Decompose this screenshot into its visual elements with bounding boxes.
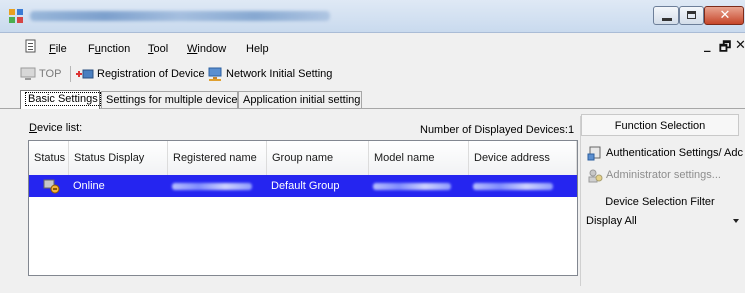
- device-address-cell: [469, 175, 577, 197]
- network-initial-setting-button[interactable]: Network Initial Setting: [207, 66, 332, 82]
- column-header-status-display[interactable]: Status Display: [69, 141, 168, 175]
- minimize-button[interactable]: [653, 6, 679, 25]
- column-header-group-name[interactable]: Group name: [267, 141, 369, 175]
- tab-settings-for-multiple-device[interactable]: Settings for multiple device: [101, 91, 238, 108]
- device-list-header: Status Status Display Registered name Gr…: [29, 141, 577, 176]
- column-header-model-name[interactable]: Model name: [369, 141, 469, 175]
- status-display-cell: Online: [73, 180, 105, 192]
- tab-basic-settings[interactable]: Basic Settings: [20, 90, 101, 109]
- authentication-settings-link[interactable]: Authentication Settings/ Adc: [587, 144, 743, 162]
- application-window: ✕ File Function Tool Window Help _ 🗗 ✕ T…: [0, 0, 745, 293]
- menu-window[interactable]: Window: [187, 43, 226, 55]
- authentication-settings-label: Authentication Settings/ Adc: [606, 147, 743, 159]
- menu-function[interactable]: Function: [88, 43, 130, 55]
- menu-help[interactable]: Help: [246, 43, 269, 55]
- administrator-icon: [588, 169, 603, 182]
- app-icon: [9, 9, 23, 23]
- close-button[interactable]: ✕: [704, 6, 744, 25]
- tab-basic-settings-label: Basic Settings: [25, 92, 101, 106]
- chevron-down-icon: [733, 219, 739, 223]
- document-menu-icon[interactable]: [24, 39, 39, 54]
- minimize-icon: [662, 18, 672, 21]
- status-cell: [39, 175, 67, 197]
- group-name-cell: Default Group: [271, 180, 340, 192]
- registration-of-device-label: Registration of Device: [97, 68, 205, 80]
- registered-name-cell: [168, 175, 267, 197]
- tab-application-initial-setting[interactable]: Application initial setting: [238, 91, 362, 108]
- filter-selected-value: Display All: [586, 215, 637, 227]
- title-bar: ✕: [0, 0, 745, 33]
- toolbar-top-button[interactable]: TOP: [20, 66, 61, 82]
- maximize-icon: [687, 11, 696, 19]
- function-selection-title: Function Selection: [581, 114, 739, 136]
- mdi-minimize-button[interactable]: _: [704, 38, 711, 53]
- menu-tool[interactable]: Tool: [148, 43, 168, 55]
- device-address-redacted: [473, 182, 553, 190]
- authentication-icon: [587, 146, 601, 160]
- close-icon: ✕: [719, 8, 731, 23]
- maximize-button[interactable]: [679, 6, 704, 25]
- add-device-icon: [76, 69, 94, 78]
- window-title-redacted: [30, 11, 330, 21]
- mdi-restore-button[interactable]: 🗗: [719, 38, 731, 60]
- menu-file[interactable]: File: [49, 43, 67, 55]
- table-row[interactable]: Online Default Group: [29, 175, 577, 197]
- device-list-label: Device list:: [29, 122, 83, 134]
- model-name-redacted: [373, 182, 451, 190]
- tab-application-initial-label: Application initial setting: [243, 94, 361, 106]
- column-header-status[interactable]: Status: [29, 141, 69, 175]
- registration-of-device-button[interactable]: Registration of Device: [76, 66, 205, 82]
- administrator-settings-link[interactable]: Administrator settings...: [587, 166, 721, 184]
- column-header-device-address[interactable]: Device address: [469, 141, 577, 175]
- device-list-view[interactable]: Status Status Display Registered name Gr…: [28, 140, 578, 276]
- column-header-registered-name[interactable]: Registered name: [168, 141, 267, 175]
- device-selection-filter-dropdown[interactable]: Display All: [586, 212, 741, 230]
- computer-icon: [20, 67, 36, 80]
- model-name-cell: [369, 175, 469, 197]
- toolbar-top-label: TOP: [39, 68, 62, 80]
- network-setting-icon: [208, 67, 222, 81]
- toolbar-separator: [70, 66, 71, 82]
- network-initial-setting-label: Network Initial Setting: [226, 68, 333, 80]
- mdi-close-button[interactable]: ✕: [735, 38, 745, 53]
- registered-name-redacted: [172, 182, 252, 190]
- device-selection-filter-title: Device Selection Filter: [605, 196, 715, 208]
- administrator-settings-label: Administrator settings...: [606, 169, 721, 181]
- device-status-icon: [43, 179, 60, 194]
- tab-multiple-device-label: Settings for multiple device: [106, 94, 238, 106]
- displayed-devices-count: Number of Displayed Devices:1: [420, 124, 575, 136]
